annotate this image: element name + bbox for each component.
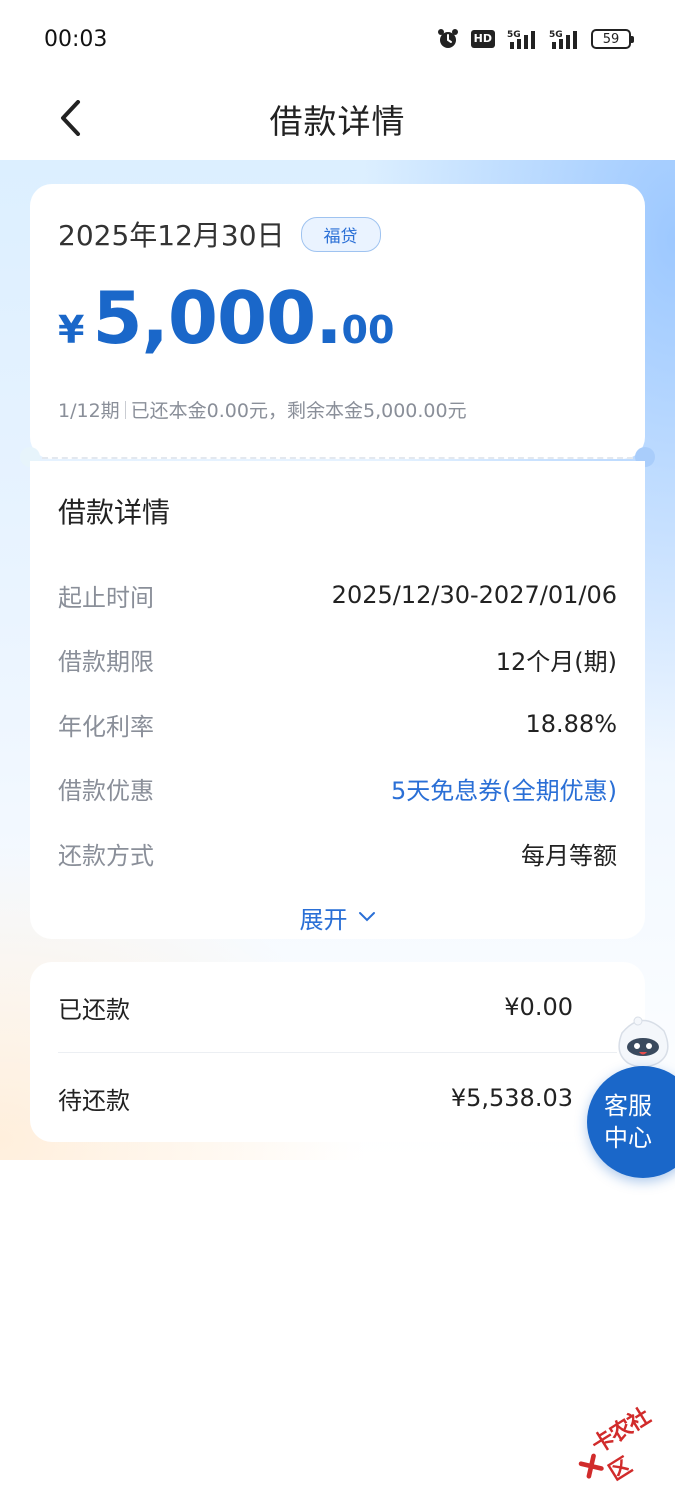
alarm-icon bbox=[437, 28, 459, 50]
detail-row-rate: 年化利率 18.88% bbox=[58, 692, 617, 757]
chevron-left-icon bbox=[61, 100, 80, 136]
loan-date: 2025年12月30日 bbox=[58, 219, 285, 252]
detail-label: 还款方式 bbox=[58, 841, 154, 870]
detail-value: 12个月(期) bbox=[495, 648, 617, 677]
detail-label: 借款期限 bbox=[58, 648, 154, 677]
status-time: 00:03 bbox=[44, 26, 108, 52]
detail-label: 年化利率 bbox=[58, 712, 154, 741]
status-bar: 00:03 HD 5G 5G 59 bbox=[0, 0, 675, 78]
repaid-value: ¥0.00 bbox=[504, 993, 573, 1021]
pending-value: ¥5,538.03 bbox=[450, 1084, 573, 1112]
signal-label-2: 5G bbox=[549, 30, 563, 40]
battery-icon: 59 bbox=[591, 29, 634, 49]
page-title: 借款详情 bbox=[269, 102, 406, 141]
watermark: 卡农社区 bbox=[564, 1389, 675, 1501]
repayment-progress: 1/12期 已还本金0.00元，剩余本金5,000.00元 bbox=[58, 396, 617, 423]
nav-bar: 借款详情 bbox=[0, 78, 675, 160]
signal-icon-2: 5G bbox=[549, 28, 579, 50]
pending-row[interactable]: 待还款 ¥5,538.03 bbox=[58, 1053, 617, 1143]
status-icons: HD 5G 5G 59 bbox=[437, 28, 634, 50]
card-divider bbox=[42, 457, 633, 459]
discount-link[interactable]: 5天免息券(全期优惠) bbox=[391, 771, 617, 806]
pending-label: 待还款 bbox=[58, 1086, 130, 1115]
amount-integer: 5,000. bbox=[92, 276, 342, 360]
detail-row-discount: 借款优惠 5天免息券(全期优惠) bbox=[58, 757, 617, 822]
date-row: 2025年12月30日 福贷 bbox=[58, 214, 617, 254]
detail-row-method: 还款方式 每月等额 bbox=[58, 821, 617, 886]
cs-line-2: 中心 bbox=[604, 1124, 652, 1152]
back-button[interactable] bbox=[50, 98, 90, 138]
repaid-label: 已还款 bbox=[58, 995, 130, 1024]
repaid-row[interactable]: 已还款 ¥0.00 bbox=[58, 962, 617, 1052]
detail-label: 借款优惠 bbox=[58, 777, 154, 806]
signal-icon: 5G bbox=[507, 28, 537, 50]
currency-symbol: ¥ bbox=[58, 308, 85, 352]
product-tag: 福贷 bbox=[300, 216, 381, 252]
loan-details-card: 借款详情 起止时间 2025/12/30-2027/01/06 借款期限 12个… bbox=[30, 461, 645, 939]
chevron-down-icon bbox=[358, 912, 375, 922]
loan-summary-card: 2025年12月30日 福贷 ¥ 5,000. 00 1/12期 已还本金0.0… bbox=[30, 184, 645, 459]
principal-text: 已还本金0.00元，剩余本金5,000.00元 bbox=[130, 400, 467, 422]
repayment-card: 已还款 ¥0.00 待还款 ¥5,538.03 bbox=[30, 962, 645, 1142]
detail-value: 2025/12/30-2027/01/06 bbox=[331, 581, 617, 610]
separator bbox=[124, 400, 126, 419]
detail-row-term: 借款期限 12个月(期) bbox=[58, 628, 617, 693]
signal-label-1: 5G bbox=[507, 30, 521, 40]
cs-line-1: 客服 bbox=[604, 1092, 652, 1120]
expand-button[interactable]: 展开 bbox=[58, 900, 617, 935]
hd-icon: HD bbox=[470, 30, 495, 48]
loan-amount: ¥ 5,000. 00 bbox=[58, 276, 617, 360]
period-text: 1/12期 bbox=[58, 400, 120, 422]
detail-label: 起止时间 bbox=[58, 583, 154, 612]
details-title: 借款详情 bbox=[58, 496, 171, 529]
detail-value: 18.88% bbox=[525, 710, 617, 739]
amount-decimal: 00 bbox=[341, 308, 395, 352]
robot-mascot-icon[interactable] bbox=[612, 1013, 674, 1071]
expand-label: 展开 bbox=[299, 905, 348, 934]
detail-value: 每月等额 bbox=[521, 841, 617, 870]
detail-row-period: 起止时间 2025/12/30-2027/01/06 bbox=[58, 563, 617, 628]
